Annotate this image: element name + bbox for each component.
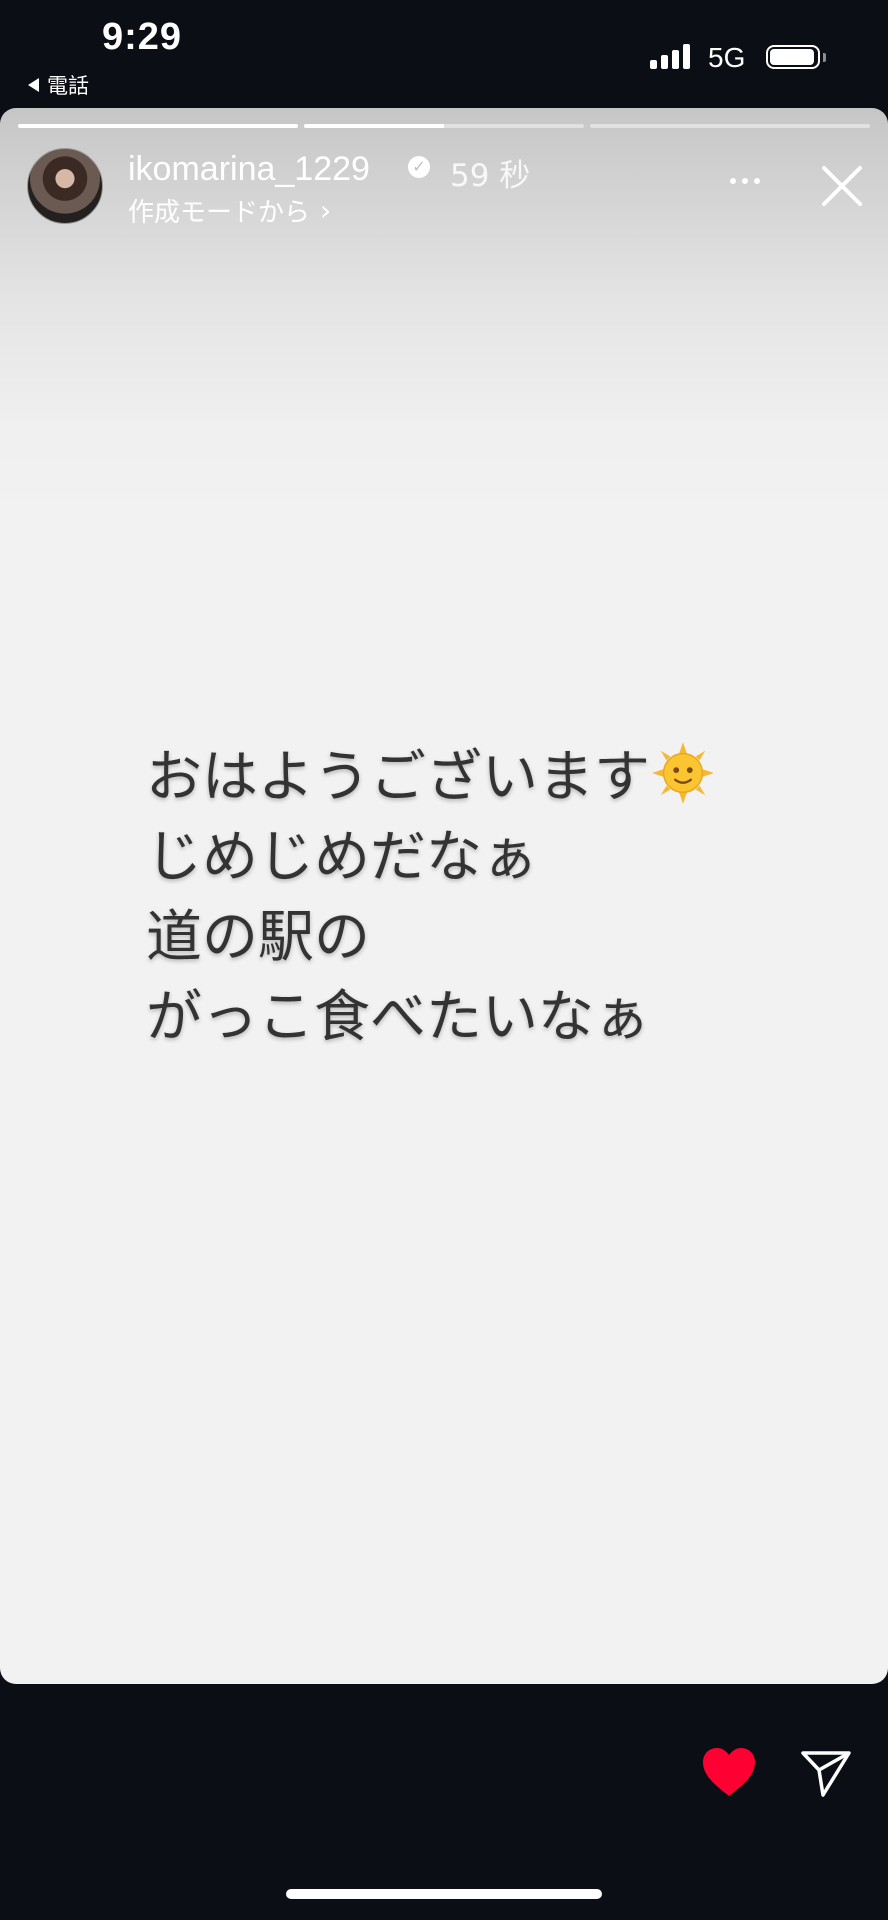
story-progress-bar [18,124,870,128]
post-time: 59 秒 [450,158,531,194]
dot-icon [754,178,760,184]
progress-segment [18,124,298,128]
username[interactable]: ikomarina_1229 [128,150,370,189]
share-button[interactable] [800,1748,852,1798]
subtitle-label: 作成モードから [128,198,311,228]
chevron-right-icon: › [320,194,332,227]
verified-badge-icon: ✓ [408,156,430,178]
progress-segment [590,124,870,128]
status-time: 9:29 [102,16,183,58]
battery-cap [823,53,826,62]
story-viewer[interactable]: ikomarina_1229 ✓ 59 秒 作成モードから › おはようございま… [0,108,888,1684]
story-text-line: おはようございます [146,738,714,818]
dot-icon [730,178,736,184]
home-indicator[interactable] [286,1889,602,1899]
sun-with-face-icon [652,742,714,804]
progress-segment [304,124,584,128]
dot-icon [742,178,748,184]
create-mode-link[interactable]: 作成モードから › [128,192,331,229]
heart-icon [703,1748,755,1796]
like-button[interactable] [700,1745,758,1799]
story-text-line: 道の駅の [146,905,370,970]
network-type: 5G [708,42,746,73]
paper-plane-icon [801,1751,851,1797]
story-text-line: じめじめだなぁ [146,825,538,890]
back-to-app-link[interactable]: 電話 [28,70,89,100]
more-options-button[interactable] [730,178,760,184]
cellular-signal-icon [650,44,690,69]
back-app-label: 電話 [47,74,89,98]
avatar[interactable] [27,148,103,224]
close-button[interactable] [818,162,866,210]
close-icon [822,166,862,206]
story-text-line: がっこ食べたいなぁ [146,985,650,1050]
progress-fill [18,124,298,128]
back-arrow-icon [28,78,39,92]
progress-fill [304,124,444,128]
story-text: おはようございます じめじめだなぁ 道の駅の がっこ食べたいなぁ [146,738,714,1058]
battery-icon [766,45,820,69]
